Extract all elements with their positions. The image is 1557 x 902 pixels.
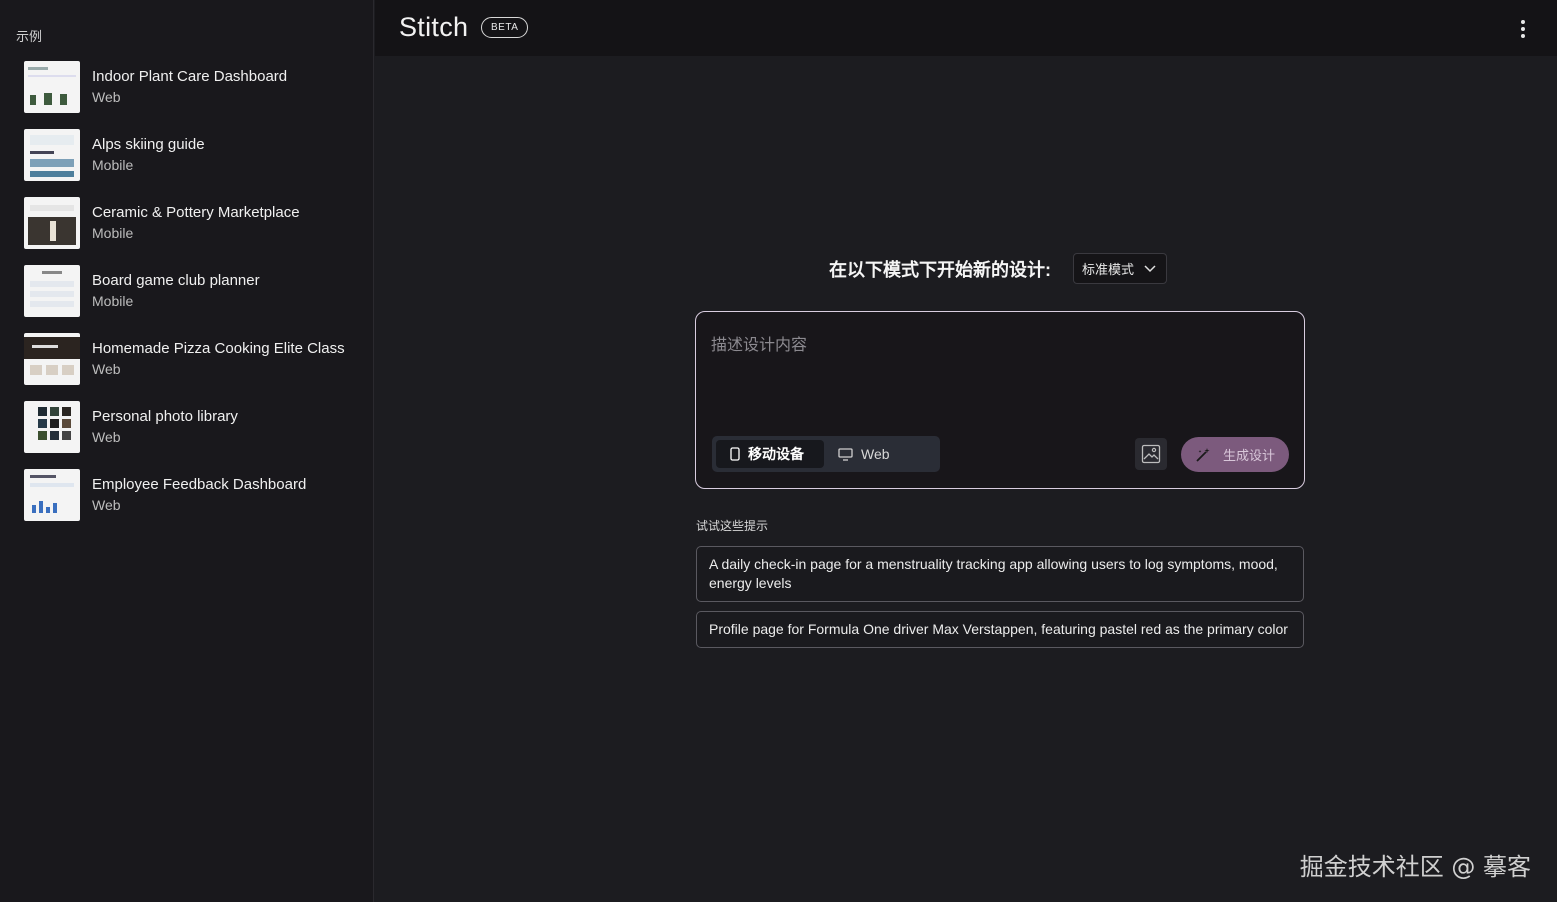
mode-row: 在以下模式下开始新的设计: 标准模式	[829, 253, 1168, 284]
example-type: Web	[92, 89, 121, 105]
example-thumbnail	[24, 401, 80, 453]
phone-icon	[730, 447, 740, 461]
generate-design-button[interactable]: 生成设计	[1181, 437, 1289, 472]
app-header: Stitch BETA	[375, 0, 1557, 56]
mode-select[interactable]: 标准模式	[1073, 253, 1168, 284]
watermark: 掘金技术社区 @ 摹客	[1299, 853, 1531, 881]
more-vertical-icon[interactable]	[1513, 19, 1533, 39]
device-option-mobile[interactable]: 移动设备	[716, 440, 824, 468]
sidebar-heading: 示例	[16, 29, 43, 44]
example-type: Web	[92, 361, 121, 377]
suggestion-text: Profile page for Formula One driver Max …	[709, 621, 1288, 637]
example-type: Web	[92, 429, 121, 445]
prompt-box: 移动设备 Web 生成设计	[695, 311, 1305, 489]
example-list: Indoor Plant Care Dashboard Web Alps ski…	[24, 61, 345, 537]
suggestions-heading: 试试这些提示	[696, 519, 769, 533]
example-title: Homemade Pizza Cooking Elite Class	[92, 340, 345, 357]
monitor-icon	[838, 447, 853, 461]
example-type: Mobile	[92, 157, 134, 173]
example-title: Indoor Plant Care Dashboard	[92, 68, 288, 85]
example-title: Board game club planner	[92, 272, 260, 289]
suggestion-text: A daily check-in page for a menstruality…	[709, 556, 1278, 591]
suggestion-card[interactable]: A daily check-in page for a menstruality…	[696, 546, 1304, 602]
app-title: Stitch	[399, 12, 469, 42]
suggestion-card[interactable]: Profile page for Formula One driver Max …	[696, 611, 1304, 648]
mode-label: 在以下模式下开始新的设计:	[829, 259, 1051, 280]
device-option-label: Web	[861, 446, 890, 462]
prompt-input[interactable]	[711, 331, 1281, 421]
mode-select-value: 标准模式	[1082, 262, 1135, 277]
example-thumbnail	[24, 265, 80, 317]
image-icon	[1141, 444, 1161, 464]
example-type: Mobile	[92, 225, 134, 241]
example-thumbnail	[24, 61, 80, 113]
device-toggle: 移动设备 Web	[712, 436, 940, 472]
example-title: Ceramic & Pottery Marketplace	[92, 204, 300, 221]
example-type: Mobile	[92, 293, 134, 309]
example-item-plant-dashboard[interactable]: Indoor Plant Care Dashboard Web	[24, 61, 345, 113]
chevron-down-icon	[1144, 264, 1156, 272]
example-thumbnail	[24, 197, 80, 249]
device-option-web[interactable]: Web	[824, 440, 904, 468]
example-thumbnail	[24, 333, 80, 385]
example-thumbnail	[24, 469, 80, 521]
example-item-ceramic-pottery[interactable]: Ceramic & Pottery Marketplace Mobile	[24, 197, 345, 249]
upload-image-button[interactable]	[1135, 438, 1167, 470]
example-item-photo-library[interactable]: Personal photo library Web	[24, 401, 345, 453]
example-item-employee-feedback[interactable]: Employee Feedback Dashboard Web	[24, 469, 345, 521]
example-title: Alps skiing guide	[92, 136, 205, 153]
examples-sidebar: 示例 Indoor Plant Care Dashboard Web Alps …	[0, 0, 374, 902]
example-thumbnail	[24, 129, 80, 181]
magic-wand-icon	[1196, 447, 1210, 462]
example-type: Web	[92, 497, 121, 513]
example-title: Personal photo library	[92, 408, 238, 425]
example-item-alps-skiing[interactable]: Alps skiing guide Mobile	[24, 129, 345, 181]
device-option-label: 移动设备	[748, 446, 804, 462]
beta-badge: BETA	[481, 17, 529, 38]
example-item-pizza-class[interactable]: Homemade Pizza Cooking Elite Class Web	[24, 333, 345, 385]
example-item-board-game[interactable]: Board game club planner Mobile	[24, 265, 345, 317]
example-title: Employee Feedback Dashboard	[92, 476, 307, 493]
generate-label: 生成设计	[1222, 448, 1275, 463]
